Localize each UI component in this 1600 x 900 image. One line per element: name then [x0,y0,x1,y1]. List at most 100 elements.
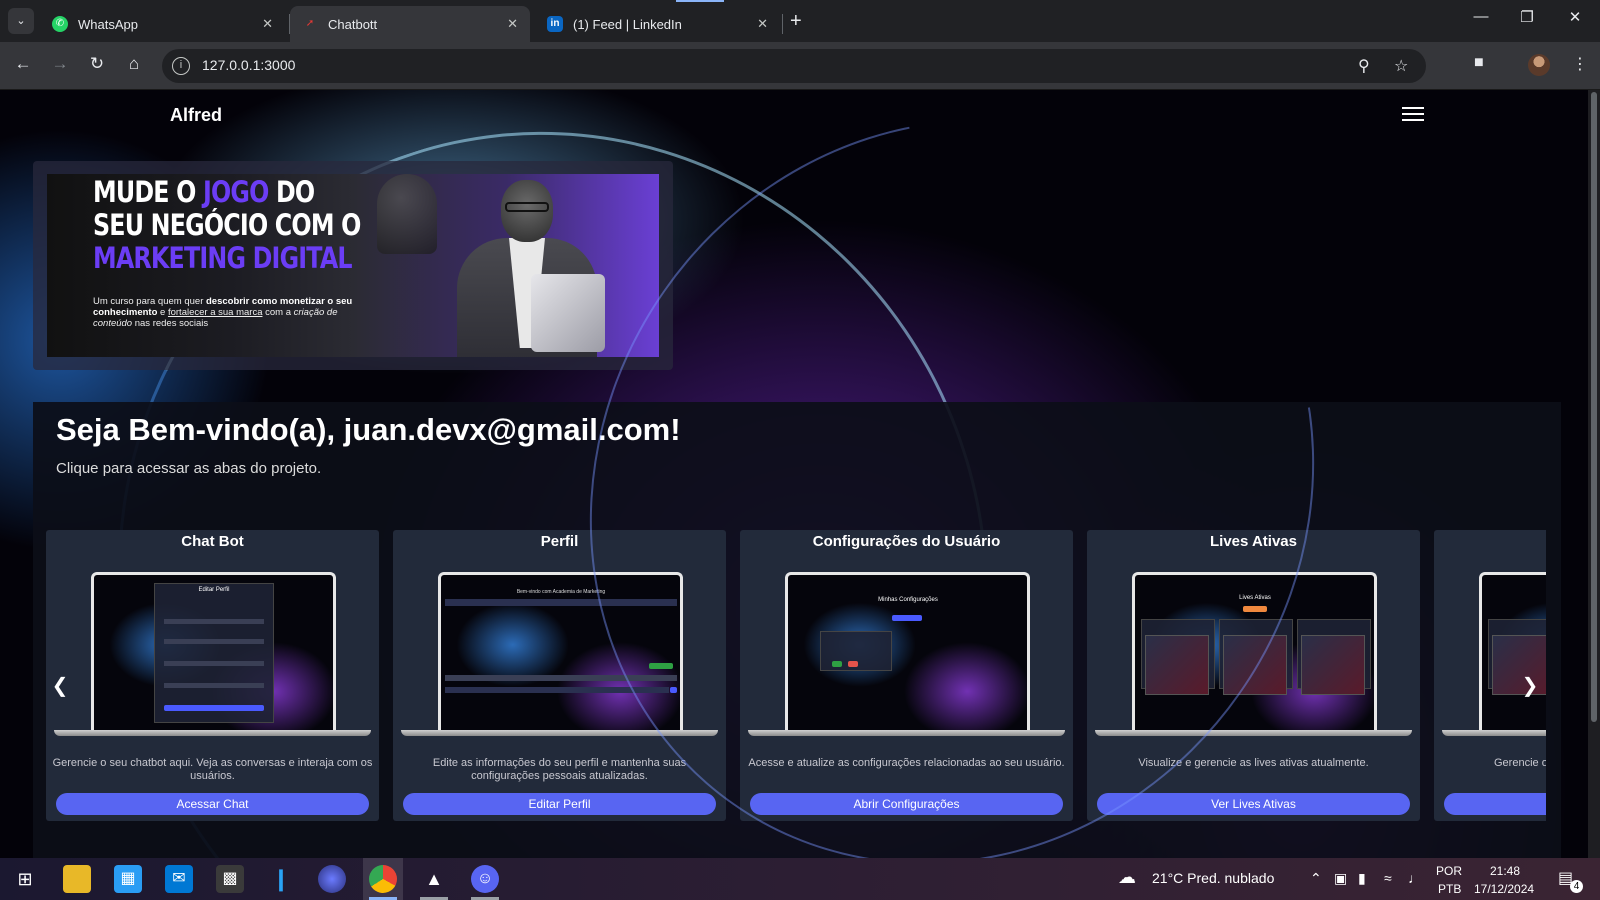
banner-headline-line3: MARKETING DIGITAL [93,241,353,275]
network-monitor-icon[interactable]: ▣ [1334,870,1347,887]
welcome-heading: Seja Bem-vindo(a), juan.devx@gmail.com! [56,412,681,447]
tab-label: WhatsApp [78,16,138,32]
banner-subtitle: Um curso para quem quer descobrir como m… [93,296,353,329]
windows-start-icon[interactable]: ⊞ [11,865,39,893]
extensions-puzzle-icon[interactable]: ■ [1474,54,1484,72]
carousel-prev-chevron-icon[interactable]: ❮ [50,674,70,698]
weather-text[interactable]: 21°C Pred. nublado [1152,870,1274,886]
url-text[interactable]: 127.0.0.1:3000 [202,57,295,73]
clock-time[interactable]: 21:48 [1490,864,1520,878]
tab-loading-indicator [676,0,724,2]
app-page: Alfred MUDE O JOGO DO SEU NEGÓCIO COM O … [0,90,1600,858]
card-lives-ativas: Lives Ativas Lives Ativas Visualize e ge… [1087,530,1420,821]
card-title: Lives Ativas [1210,533,1297,550]
discord-icon[interactable]: ☺ [471,865,499,893]
open-settings-button[interactable]: Abrir Configurações [750,793,1063,815]
clock-date[interactable]: 17/12/2024 [1474,882,1534,896]
card-screenshot: Minhas Configurações [785,572,1030,730]
access-chat-button[interactable]: Acessar Chat [56,793,369,815]
close-tab-icon[interactable]: ✕ [757,16,768,32]
chatbot-favicon-icon: ➚ [305,18,315,29]
app-circle-icon[interactable] [318,865,346,893]
zoom-icon[interactable]: ⚲ [1358,56,1370,76]
notification-count-badge: 4 [1570,880,1583,893]
card-description: Edite as informações do seu perfil e man… [432,757,687,782]
banner-person-photo [443,174,613,357]
view-lives-button[interactable]: Ver Lives Ativas [1097,793,1410,815]
tab-divider [782,14,783,34]
volume-icon[interactable]: ♩ [1408,870,1422,886]
carousel-next-chevron-icon[interactable]: ❯ [1520,674,1540,698]
home-icon[interactable]: ⌂ [122,54,146,74]
tab-linkedin[interactable]: in (1) Feed | LinkedIn ✕ [535,6,780,42]
laptop-base [1442,730,1546,736]
card-title: Perfil [540,533,579,550]
wifi-icon[interactable]: ≈ [1384,870,1392,886]
card-description: Visualize e gerencie as lives ativas atu… [1138,757,1369,769]
bookmark-star-icon[interactable]: ☆ [1394,56,1408,76]
tab-search-chevron-icon[interactable]: ⌄ [8,8,34,34]
tab-chatbott[interactable]: ➚ Chatbott ✕ [290,6,530,42]
promo-banner-image: MUDE O JOGO DO SEU NEGÓCIO COM O MARKETI… [47,174,659,357]
card-description: Gerencie o [1494,757,1546,769]
language-top[interactable]: POR [1436,864,1462,878]
card-description: Acesse e atualize as configurações relac… [748,757,1065,769]
language-bottom[interactable]: PTB [1438,882,1461,896]
microsoft-store-icon[interactable]: ▦ [114,865,142,893]
card-title: Configurações do Usuário [812,533,1001,550]
banner-headline-line1: MUDE O JOGO DO [93,175,315,209]
browser-toolbar: ← → ↻ ⌂ i 127.0.0.1:3000 ⚲ ☆ ■ ⋮ [0,42,1600,90]
site-info-icon[interactable]: i [172,57,190,75]
laptop-base [1095,730,1412,736]
laptop-base [401,730,718,736]
profile-avatar[interactable] [1528,54,1550,76]
close-window-icon[interactable]: ✕ [1552,8,1598,26]
app-navbar: Alfred [0,90,1600,142]
tab-label: Chatbott [328,16,378,32]
address-bar[interactable]: i 127.0.0.1:3000 ⚲ ☆ [162,49,1426,83]
hamburger-menu-icon[interactable] [1402,104,1424,126]
card-chat-bot: Chat Bot Editar Perfil Gerencie o seu ch… [46,530,379,821]
minimize-icon[interactable]: — [1458,8,1504,25]
whatsapp-icon: ✆ [52,16,68,32]
close-tab-icon[interactable]: ✕ [262,16,273,32]
feature-carousel: Chat Bot Editar Perfil Gerencie o seu ch… [46,530,1546,825]
card-title: Chat Bot [181,533,244,550]
weather-cloud-icon[interactable]: ☁ [1118,867,1136,888]
terminal-app-icon[interactable]: ▩ [216,865,244,893]
edit-profile-button[interactable]: Editar Perfil [403,793,716,815]
vscode-icon[interactable]: ❙ [267,865,295,893]
close-tab-icon[interactable]: ✕ [507,16,518,32]
windows-taskbar: ⊞ ▦ ✉ ▩ ❙ ▲ ☺ ☁ 21°C Pred. nublado ⌃ ▣ ▮… [0,858,1600,900]
restore-icon[interactable]: ❐ [1504,8,1550,26]
file-explorer-icon[interactable] [63,865,91,893]
browser-menu-icon[interactable]: ⋮ [1572,54,1588,74]
tab-whatsapp[interactable]: ✆ WhatsApp ✕ [40,6,285,42]
card-perfil: Perfil Bem-vindo com Academia de Marketi… [393,530,726,821]
linux-penguin-icon[interactable]: ▲ [420,865,448,893]
chrome-icon[interactable] [369,865,397,893]
back-arrow-icon[interactable]: ← [11,54,35,74]
battery-icon[interactable]: ▮ [1358,870,1366,887]
partial-card-button[interactable] [1444,793,1546,815]
tab-label: (1) Feed | LinkedIn [573,16,682,32]
linkedin-icon: in [547,16,563,32]
banner-headline-line2: SEU NEGÓCIO COM O [93,208,361,242]
promo-banner: MUDE O JOGO DO SEU NEGÓCIO COM O MARKETI… [33,161,673,370]
card-configuracoes: Configurações do Usuário Minhas Configur… [740,530,1073,821]
new-tab-plus-icon[interactable]: + [790,10,802,33]
card-screenshot: Bem-vindo com Academia de Marketing [438,572,683,730]
chess-piece-decoration [377,174,437,254]
mail-icon[interactable]: ✉ [165,865,193,893]
show-hidden-icons-chevron-icon[interactable]: ⌃ [1310,870,1322,887]
card-screenshot: Editar Perfil [91,572,336,730]
card-description: Gerencie o seu chatbot aqui. Veja as con… [52,757,373,782]
reload-icon[interactable]: ↻ [85,54,109,74]
card-screenshot [1479,572,1546,730]
laptop-base [748,730,1065,736]
forward-arrow-icon[interactable]: → [48,54,72,74]
card-screenshot: Lives Ativas [1132,572,1377,730]
browser-tab-bar: ⌄ ✆ WhatsApp ✕ ➚ Chatbott ✕ in (1) Feed … [0,0,1600,42]
page-scrollbar[interactable] [1588,90,1600,858]
brand-logo[interactable]: Alfred [170,105,222,126]
